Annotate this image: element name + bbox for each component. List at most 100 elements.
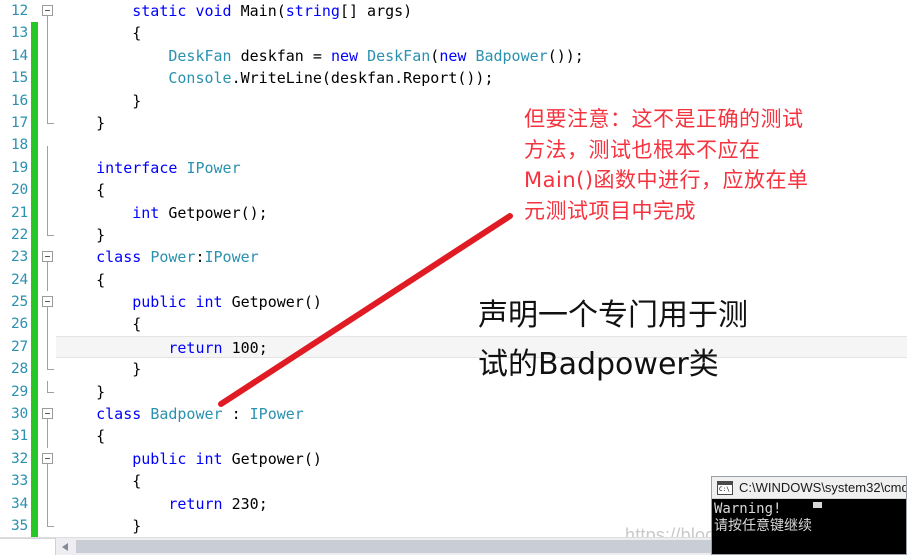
fold-margin[interactable] (41, 67, 55, 90)
line-number: 34 (10, 495, 28, 512)
line-number: 12 (10, 3, 28, 19)
collapse-toggle-icon[interactable] (42, 251, 53, 263)
change-indicator-bar (31, 492, 38, 515)
fold-margin[interactable] (41, 22, 55, 45)
fold-margin[interactable] (41, 425, 55, 448)
code-editor-surface[interactable]: 12 static void Main(string[] args) 13 {14… (0, 0, 907, 537)
fold-margin[interactable] (41, 89, 55, 112)
line-number: 35 (10, 517, 28, 534)
code-line[interactable]: 32 public int Getpower() (0, 447, 907, 471)
collapse-toggle-icon[interactable] (42, 408, 53, 420)
code-line[interactable]: 28 } (0, 358, 907, 381)
fold-margin[interactable] (41, 268, 55, 292)
code-text-container: { (56, 22, 907, 44)
code-line[interactable]: 13 { (0, 22, 907, 45)
fold-guide-line (47, 44, 48, 68)
change-indicator-bar (31, 403, 38, 426)
code-line[interactable]: 26 { (0, 313, 907, 336)
code-text-container: DeskFan deskfan = new DeskFan(new Badpow… (56, 45, 907, 67)
fold-margin[interactable] (41, 358, 55, 380)
fold-margin[interactable] (41, 223, 55, 246)
code-line[interactable]: 30 class Badpower : IPower (0, 403, 907, 426)
fold-margin[interactable] (41, 0, 55, 23)
change-indicator-bar (31, 44, 38, 68)
change-indicator-bar (31, 425, 38, 448)
fold-guide-line (47, 223, 48, 236)
fold-guide-line (47, 156, 48, 180)
fold-margin[interactable] (41, 246, 55, 269)
line-number: 30 (10, 406, 28, 423)
fold-guide-line (47, 179, 48, 202)
fold-guide-line (47, 380, 48, 392)
code-text: { (60, 24, 142, 43)
change-indicator-bar (31, 0, 38, 22)
fold-margin[interactable] (41, 201, 55, 224)
collapse-toggle-icon[interactable] (42, 452, 53, 464)
code-text: public int Getpower() (132, 449, 322, 468)
fold-margin[interactable] (41, 134, 55, 157)
change-indicator-bar (31, 67, 38, 90)
change-indicator-bar (31, 447, 38, 471)
code-text: { (60, 270, 106, 289)
code-line[interactable]: 15 Console.WriteLine(deskfan.Report()); (0, 67, 907, 90)
fold-margin[interactable] (41, 291, 55, 314)
fold-margin[interactable] (41, 470, 55, 493)
fold-end-tick (47, 235, 54, 237)
collapse-toggle-icon[interactable] (42, 5, 53, 16)
change-indicator-bar (31, 268, 38, 292)
change-indicator-bar (31, 111, 38, 135)
code-line[interactable]: 25 public int Getpower() (0, 291, 907, 314)
code-line[interactable]: 23 class Power:IPower (0, 246, 907, 269)
cmd-title-bar[interactable]: C:\WINDOWS\system32\cmd (712, 477, 906, 499)
scrollbar-corner (0, 538, 56, 555)
code-line[interactable]: 27 return 100; (0, 335, 907, 359)
code-line[interactable]: 22 } (0, 223, 907, 247)
fold-margin[interactable] (41, 380, 55, 403)
fold-guide-line (47, 492, 48, 515)
fold-guide-line (47, 425, 48, 448)
fold-margin[interactable] (41, 448, 55, 471)
fold-guide-line (47, 313, 48, 336)
fold-margin[interactable] (41, 403, 55, 426)
code-line[interactable]: 24 { (0, 268, 907, 292)
change-indicator-bar (31, 514, 38, 537)
change-indicator-bar (31, 470, 38, 493)
fold-margin[interactable] (41, 313, 55, 336)
line-number: 25 (10, 294, 28, 311)
fold-guide-line (47, 335, 48, 359)
change-indicator-bar (31, 179, 38, 202)
annotation-line: 元测试项目中完成 (524, 198, 696, 223)
fold-guide-line (47, 89, 48, 112)
code-text: } (60, 225, 106, 244)
code-text: Console.WriteLine(deskfan.Report()); (168, 69, 494, 88)
code-line[interactable]: 31 { (0, 425, 907, 448)
line-number: 21 (10, 204, 28, 221)
code-text: class Badpower : IPower (96, 405, 304, 424)
code-line[interactable]: 12 static void Main(string[] args) (0, 0, 907, 23)
fold-guide-line (47, 111, 48, 124)
line-number: 14 (10, 47, 28, 64)
code-line[interactable]: 29 } (0, 380, 907, 404)
fold-guide-line (47, 268, 48, 292)
fold-guide-line (47, 22, 48, 45)
code-text-container: public int Getpower() (56, 448, 907, 470)
code-text: { (60, 427, 106, 446)
scroll-left-arrow-icon[interactable] (58, 538, 75, 555)
fold-margin[interactable] (41, 514, 55, 537)
line-number: 17 (10, 114, 28, 131)
line-number: 13 (10, 25, 28, 42)
collapse-toggle-icon[interactable] (42, 296, 53, 308)
fold-margin[interactable] (41, 335, 55, 359)
fold-margin[interactable] (41, 44, 55, 68)
change-indicator-bar (31, 89, 38, 112)
fold-margin[interactable] (41, 492, 55, 515)
fold-margin[interactable] (41, 111, 55, 134)
code-line[interactable]: 14 DeskFan deskfan = new DeskFan(new Bad… (0, 44, 907, 68)
fold-margin[interactable] (41, 179, 55, 202)
fold-margin[interactable] (41, 156, 55, 180)
change-indicator-bar (31, 201, 38, 224)
vs-editor-screenshot: 12 static void Main(string[] args) 13 {14… (0, 0, 907, 555)
fold-end-tick (47, 123, 54, 125)
annotation-line: 方法，测试也根本不应在 (524, 137, 761, 162)
command-prompt-window[interactable]: C:\WINDOWS\system32\cmd Warning! 请按任意键继续 (711, 476, 907, 555)
